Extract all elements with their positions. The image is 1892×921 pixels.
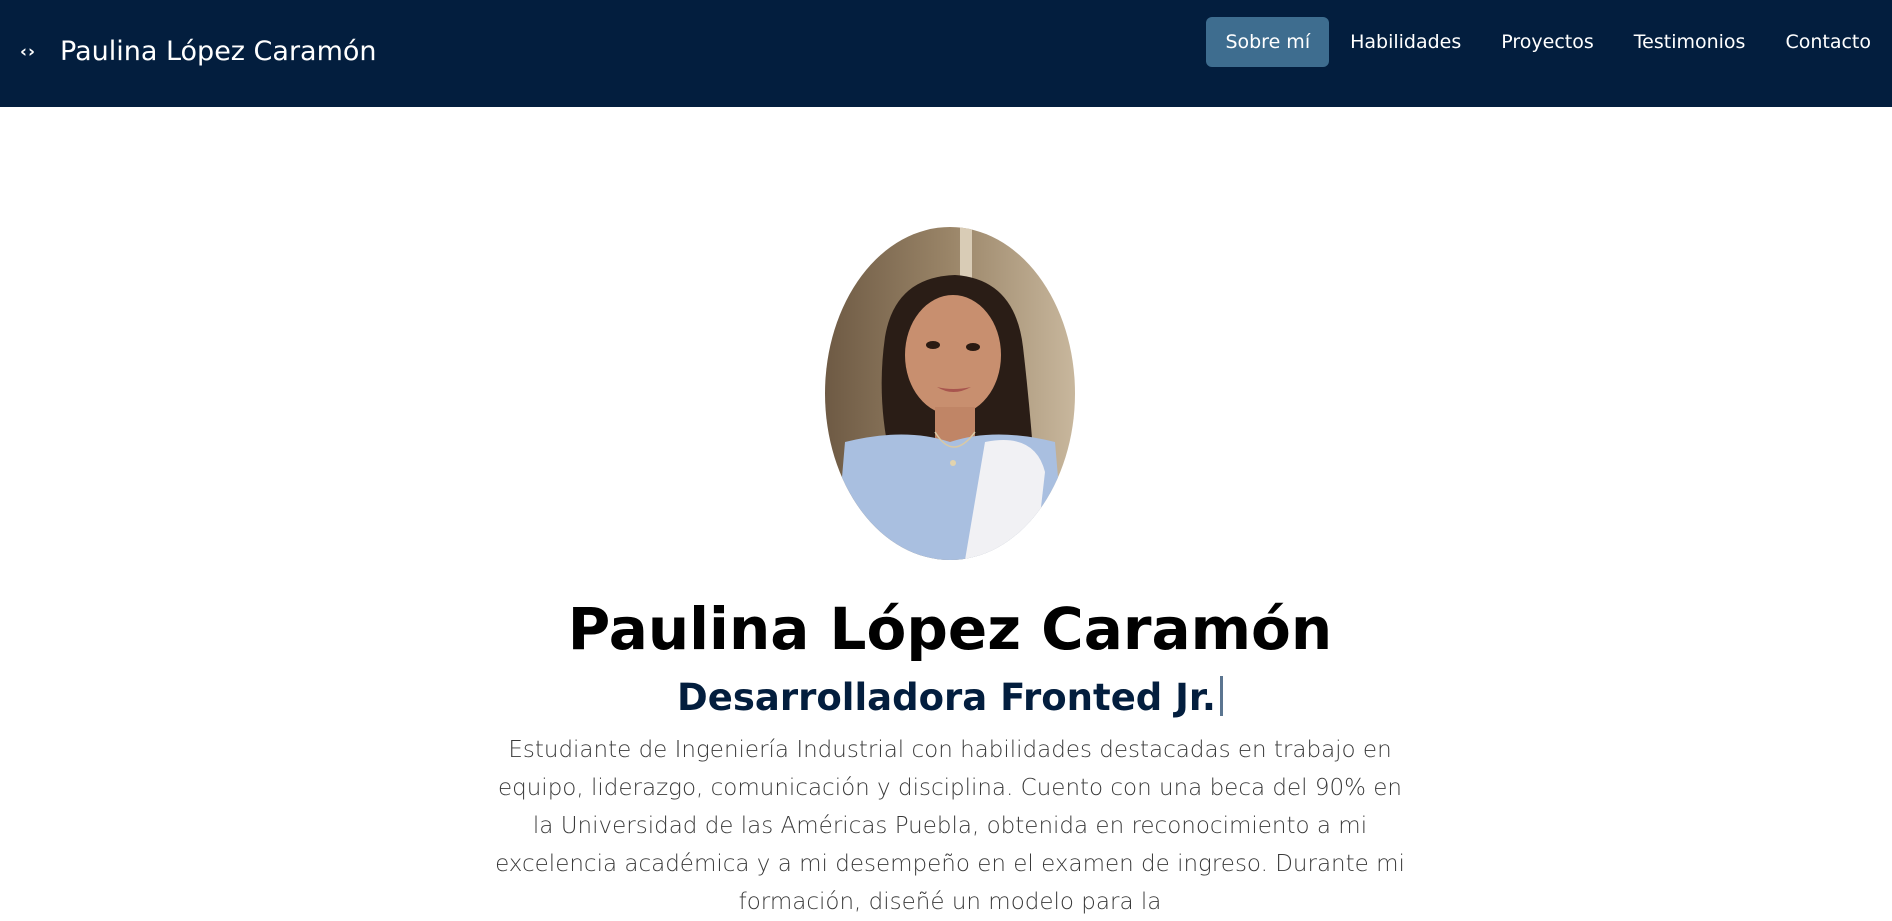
brand-logo-link[interactable]: ‹› Paulina López Caramón	[20, 36, 377, 67]
nav-link-habilidades[interactable]: Habilidades	[1331, 17, 1480, 67]
hero-name: Paulina López Caramón	[567, 595, 1333, 663]
brand-name: Paulina López Caramón	[60, 36, 377, 67]
typing-cursor	[1219, 676, 1223, 716]
nav-link-contacto[interactable]: Contacto	[1766, 17, 1890, 67]
nav-link-testimonios[interactable]: Testimonios	[1615, 17, 1765, 67]
main-nav: Sobre mí Habilidades Proyectos Testimoni…	[1206, 17, 1892, 67]
nav-link-proyectos[interactable]: Proyectos	[1482, 17, 1613, 67]
hero-bio: Estudiante de Ingeniería Industrial con …	[495, 737, 1405, 915]
hero-role-text: Desarrolladora Fronted Jr.	[677, 676, 1216, 719]
top-navbar: ‹› Paulina López Caramón Sobre mí Habili…	[0, 0, 1892, 107]
code-icon: ‹›	[20, 41, 37, 62]
hero-role: Desarrolladora Fronted Jr.	[0, 676, 1892, 719]
profile-photo	[825, 227, 1075, 560]
nav-link-sobre-mi[interactable]: Sobre mí	[1206, 17, 1330, 67]
